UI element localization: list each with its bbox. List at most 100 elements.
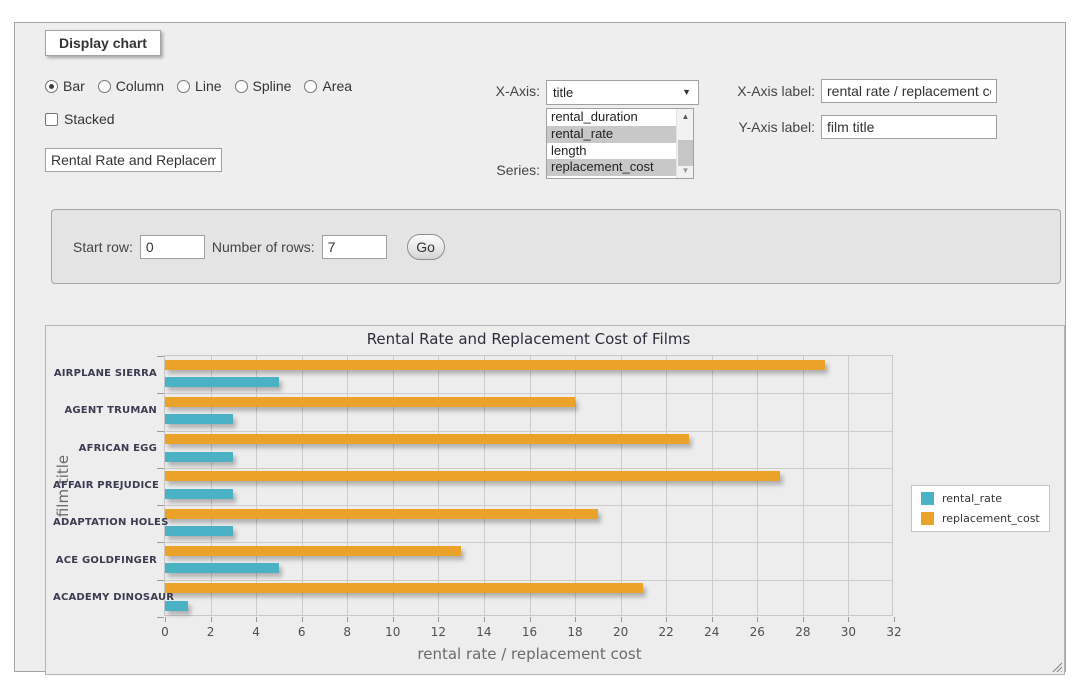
bar-rental_rate xyxy=(165,489,233,499)
legend-swatch xyxy=(921,492,934,505)
bar-replacement_cost xyxy=(165,546,461,556)
x-axis-tick-label: 32 xyxy=(879,625,909,639)
x-axis-tick xyxy=(256,617,257,622)
x-axis-tick-label: 2 xyxy=(196,625,226,639)
bar-rental_rate xyxy=(165,563,279,573)
x-axis-tick-label: 24 xyxy=(697,625,727,639)
grid-line xyxy=(484,356,485,615)
grid-line xyxy=(165,431,892,432)
stacked-checkbox[interactable] xyxy=(45,113,58,126)
grid-line xyxy=(575,356,576,615)
x-axis-tick-label: 20 xyxy=(606,625,636,639)
grid-line xyxy=(165,505,892,506)
chart-type-radio-spline[interactable]: Spline xyxy=(235,78,292,94)
chart-type-label: Column xyxy=(116,78,164,94)
chart-x-axis-title: rental rate / replacement cost xyxy=(165,645,894,663)
grid-line xyxy=(165,580,892,581)
x-axis-label-label: X-Axis label: xyxy=(715,83,815,99)
grid-line xyxy=(256,356,257,615)
x-axis-tick-label: 12 xyxy=(423,625,453,639)
scrollbar[interactable]: ▲ ▼ xyxy=(676,109,693,178)
panel-title: Display chart xyxy=(45,30,161,56)
chart-container: Rental Rate and Replacement Cost of Film… xyxy=(45,325,1065,675)
bar-rental_rate xyxy=(165,452,233,462)
category-label: ADAPTATION HOLES xyxy=(53,517,157,528)
radio-icon xyxy=(45,80,58,93)
x-axis-tick xyxy=(712,617,713,622)
series-option-rental_duration[interactable]: rental_duration xyxy=(547,109,677,126)
grid-line xyxy=(803,356,804,615)
x-axis-tick xyxy=(575,617,576,622)
x-axis-tick-label: 16 xyxy=(515,625,545,639)
chart-type-radio-line[interactable]: Line xyxy=(177,78,221,94)
radio-icon xyxy=(177,80,190,93)
grid-line xyxy=(438,356,439,615)
legend-item: replacement_cost xyxy=(921,512,1040,525)
grid-line xyxy=(666,356,667,615)
resize-handle-icon[interactable] xyxy=(1051,661,1062,672)
x-axis-select[interactable]: title ▼ xyxy=(546,80,699,105)
x-axis-select-label: X-Axis: xyxy=(440,83,540,99)
x-axis-tick xyxy=(484,617,485,622)
x-axis-tick xyxy=(666,617,667,622)
category-label: AGENT TRUMAN xyxy=(53,405,157,416)
bar-rental_rate xyxy=(165,414,233,424)
num-rows-input[interactable] xyxy=(322,235,387,259)
x-axis-tick xyxy=(211,617,212,622)
display-chart-panel: Display chart Bar Column Line Spline Area St… xyxy=(14,22,1066,672)
x-axis-tick xyxy=(393,617,394,622)
series-option-length[interactable]: length xyxy=(547,143,677,160)
chart-type-radio-column[interactable]: Column xyxy=(98,78,164,94)
x-axis-tick-label: 30 xyxy=(833,625,863,639)
bar-replacement_cost xyxy=(165,471,780,481)
y-axis-label-input[interactable] xyxy=(821,115,997,139)
x-axis-tick-label: 22 xyxy=(651,625,681,639)
grid-line xyxy=(165,542,892,543)
bar-rental_rate xyxy=(165,526,233,536)
x-axis-tick-label: 8 xyxy=(332,625,362,639)
grid-line xyxy=(712,356,713,615)
category-label: AFFAIR PREJUDICE xyxy=(53,480,157,491)
bar-replacement_cost xyxy=(165,583,643,593)
stacked-option[interactable]: Stacked xyxy=(45,111,115,127)
scroll-down-icon[interactable]: ▼ xyxy=(677,163,694,178)
x-axis-tick xyxy=(165,617,166,622)
legend-swatch xyxy=(921,512,934,525)
y-axis-tick xyxy=(157,468,164,469)
series-listbox-label: Series: xyxy=(440,162,540,178)
series-listbox[interactable]: rental_durationrental_ratelengthreplacem… xyxy=(546,108,694,179)
y-axis-tick xyxy=(157,542,164,543)
series-options: rental_durationrental_ratelengthreplacem… xyxy=(547,109,693,176)
rows-panel: Start row: Number of rows: Go xyxy=(51,209,1061,284)
y-axis-tick xyxy=(157,356,164,357)
chart-legend: rental_rate replacement_cost xyxy=(911,485,1050,532)
x-axis-tick-label: 0 xyxy=(150,625,180,639)
scroll-up-icon[interactable]: ▲ xyxy=(677,109,694,124)
x-axis-label-input[interactable] xyxy=(821,79,997,103)
series-option-replacement_cost[interactable]: replacement_cost xyxy=(547,159,677,176)
series-option-rental_rate[interactable]: rental_rate xyxy=(547,126,677,143)
chart-type-radio-bar[interactable]: Bar xyxy=(45,78,85,94)
x-axis-tick-label: 4 xyxy=(241,625,271,639)
chart-type-label: Line xyxy=(195,78,221,94)
bar-replacement_cost xyxy=(165,509,598,519)
x-axis-tick xyxy=(894,617,895,622)
bar-replacement_cost xyxy=(165,360,825,370)
x-axis-selected-value: title xyxy=(553,85,573,100)
grid-line xyxy=(347,356,348,615)
grid-line xyxy=(848,356,849,615)
legend-series-name: rental_rate xyxy=(942,492,1002,505)
category-label: AIRPLANE SIERRA xyxy=(53,368,157,379)
start-row-input[interactable] xyxy=(140,235,205,259)
chart-type-label: Area xyxy=(322,78,352,94)
y-axis-tick xyxy=(157,431,164,432)
grid-line xyxy=(165,393,892,394)
x-axis-tick xyxy=(302,617,303,622)
y-axis-tick xyxy=(157,580,164,581)
grid-line xyxy=(621,356,622,615)
x-axis-tick-label: 18 xyxy=(560,625,590,639)
go-button[interactable]: Go xyxy=(407,234,445,260)
chart-title-input[interactable] xyxy=(45,148,222,172)
x-axis-tick xyxy=(621,617,622,622)
chart-type-radio-area[interactable]: Area xyxy=(304,78,352,94)
